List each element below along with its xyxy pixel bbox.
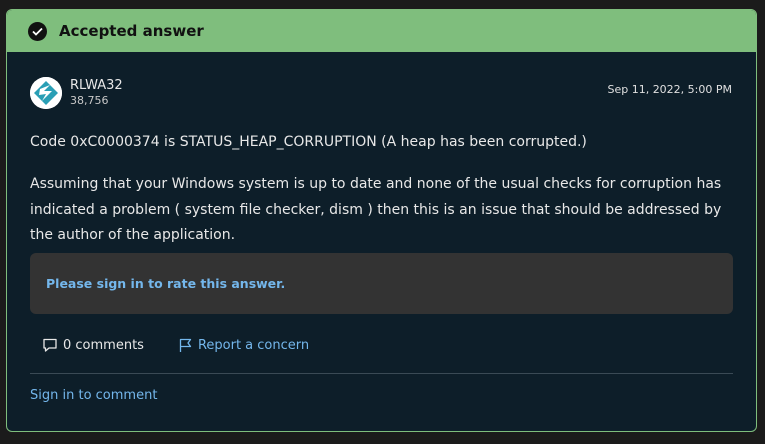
sign-in-to-rate-link[interactable]: Please sign in to rate this answer. — [46, 276, 285, 291]
answer-paragraph-1: Code 0xC0000374 is STATUS_HEAP_CORRUPTIO… — [30, 134, 587, 150]
report-concern-label: Report a concern — [197, 338, 310, 353]
accepted-answer-banner: Accepted answer — [7, 10, 756, 52]
check-circle-icon — [28, 21, 47, 41]
author-block: RLWA32 38,756 — [30, 77, 123, 109]
author-name[interactable]: RLWA32 — [70, 78, 123, 94]
avatar-logo-icon — [30, 77, 62, 109]
accepted-answer-label: Accepted answer — [59, 22, 204, 40]
flag-icon — [179, 338, 192, 352]
avatar[interactable] — [30, 77, 62, 109]
comments-button[interactable]: 0 comments — [42, 338, 144, 353]
report-concern-button[interactable]: Report a concern — [178, 338, 309, 353]
comment-icon — [43, 338, 57, 352]
answer-timestamp: Sep 11, 2022, 5:00 PM — [607, 83, 732, 96]
comments-label: 0 comments — [63, 338, 144, 353]
answer-card: Accepted answer RLWA32 38,756 Sep 11, 20… — [6, 9, 757, 432]
divider — [30, 373, 733, 374]
sign-in-to-comment-link[interactable]: Sign in to comment — [30, 388, 157, 403]
answer-paragraph-2: Assuming that your Windows system is up … — [30, 176, 722, 243]
answer-actions: 0 comments Report a concern — [42, 338, 309, 353]
rate-answer-box: Please sign in to rate this answer. — [30, 253, 733, 314]
author-reputation: 38,756 — [70, 94, 109, 107]
